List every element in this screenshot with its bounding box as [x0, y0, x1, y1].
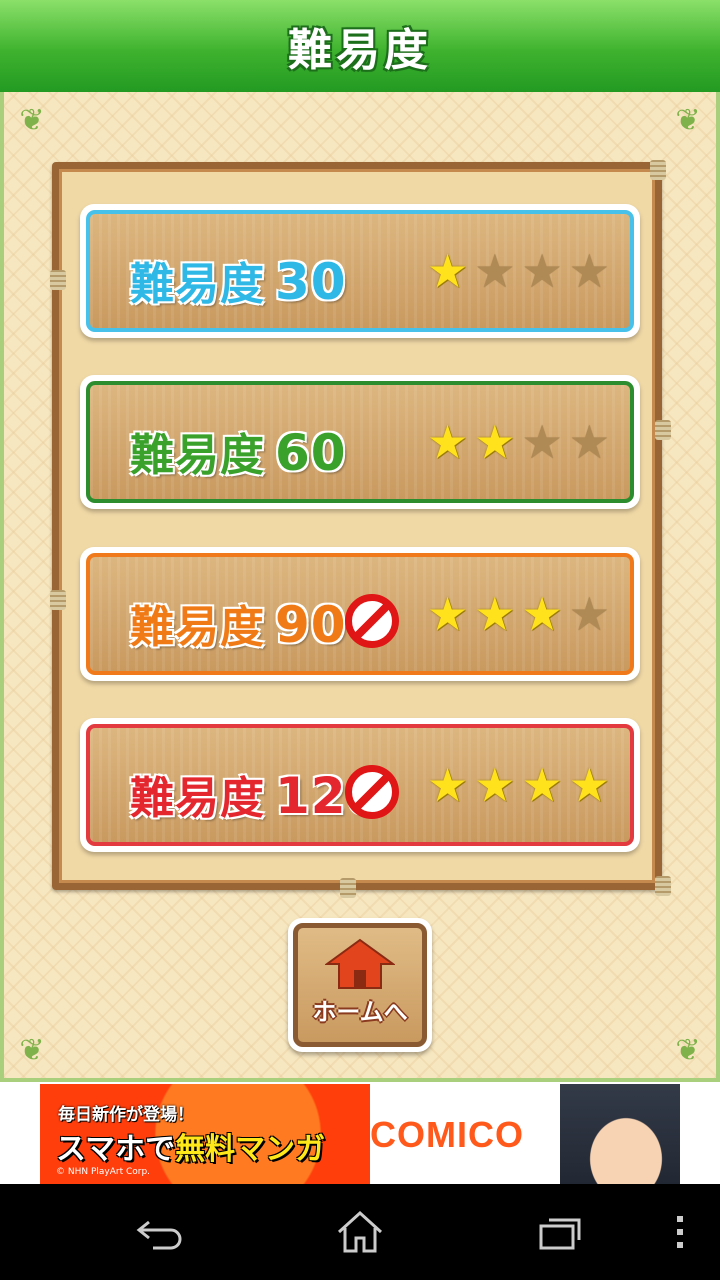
level-prefix: 難易度 [130, 259, 265, 310]
level-button-face: 難易度 120 ★ ★ ★ ★ [86, 724, 634, 846]
vine-corner-icon: ❦ [675, 102, 701, 138]
star-empty-icon: ★ [474, 244, 516, 298]
level-prefix: 難易度 [130, 773, 265, 824]
star-filled-icon: ★ [521, 758, 563, 812]
star-empty-icon: ★ [521, 244, 563, 298]
star-filled-icon: ★ [568, 758, 610, 812]
star-empty-icon: ★ [521, 415, 563, 469]
rope-tie [655, 420, 671, 440]
level-button-90[interactable]: 難易度 90 ★ ★ ★ ★ [80, 547, 640, 681]
star-filled-icon: ★ [474, 415, 516, 469]
level-label: 難易度 90 [130, 591, 347, 655]
star-empty-icon: ★ [568, 587, 610, 641]
rope-tie [650, 160, 666, 180]
vine-corner-icon: ❦ [19, 1032, 45, 1068]
home-button-label: ホームへ [312, 998, 408, 1026]
rope-tie [655, 876, 671, 896]
rope-tie [50, 590, 66, 610]
recent-apps-icon [539, 1218, 581, 1250]
home-icon [337, 1210, 383, 1253]
home-button[interactable]: ホームへ [288, 918, 432, 1052]
back-button[interactable] [130, 1208, 190, 1256]
ad-banner[interactable]: 毎日新作が登場！ スマホで無料マンガ © NHN PlayArt Corp. C… [40, 1084, 680, 1184]
star-empty-icon: ★ [568, 415, 610, 469]
level-label: 難易度 30 [130, 248, 347, 312]
home-button-face: ホームへ [293, 923, 427, 1047]
difficulty-stars: ★ ★ ★ ★ [427, 246, 610, 296]
home-nav-button[interactable] [330, 1208, 390, 1256]
overflow-menu-icon [677, 1216, 683, 1248]
level-number: 60 [275, 424, 347, 482]
ad-brand-logo: COMICO [370, 1114, 524, 1155]
level-number: 30 [275, 253, 347, 311]
vine-corner-icon: ❦ [675, 1032, 701, 1068]
ad-copyright: © NHN PlayArt Corp. [56, 1167, 151, 1177]
ad-area: 毎日新作が登場！ スマホで無料マンガ © NHN PlayArt Corp. C… [0, 1082, 720, 1184]
difficulty-stars: ★ ★ ★ ★ [427, 589, 610, 639]
level-button-face: 難易度 90 ★ ★ ★ ★ [86, 553, 634, 675]
star-filled-icon: ★ [521, 587, 563, 641]
page-title: 難易度 [288, 25, 432, 76]
recent-apps-button[interactable] [530, 1208, 590, 1256]
system-navbar [0, 1184, 720, 1280]
rope-tie [340, 878, 356, 898]
level-button-120[interactable]: 難易度 120 ★ ★ ★ ★ [80, 718, 640, 852]
level-prefix: 難易度 [130, 602, 265, 653]
star-filled-icon: ★ [427, 244, 469, 298]
star-empty-icon: ★ [568, 244, 610, 298]
level-number: 90 [275, 596, 347, 654]
level-button-face: 難易度 30 ★ ★ ★ ★ [86, 210, 634, 332]
vine-corner-icon: ❦ [19, 102, 45, 138]
locked-prohibited-icon [345, 594, 399, 648]
level-label: 難易度 60 [130, 419, 347, 483]
overflow-menu-button[interactable] [652, 1208, 708, 1256]
star-filled-icon: ★ [427, 758, 469, 812]
ad-character-image [560, 1084, 680, 1184]
ad-line2-b: 無料マンガ [175, 1132, 326, 1167]
back-icon [136, 1220, 182, 1250]
rope-tie [50, 270, 66, 290]
star-filled-icon: ★ [427, 415, 469, 469]
difficulty-stars: ★ ★ ★ ★ [427, 760, 610, 810]
locked-prohibited-icon [345, 765, 399, 819]
level-button-30[interactable]: 難易度 30 ★ ★ ★ ★ [80, 204, 640, 338]
ad-line2: スマホで無料マンガ [56, 1124, 325, 1168]
star-filled-icon: ★ [427, 587, 469, 641]
difficulty-stars: ★ ★ ★ ★ [427, 417, 610, 467]
ad-line2-a: スマホで [56, 1132, 176, 1167]
star-filled-icon: ★ [474, 587, 516, 641]
level-button-60[interactable]: 難易度 60 ★ ★ ★ ★ [80, 375, 640, 509]
level-button-face: 難易度 60 ★ ★ ★ ★ [86, 381, 634, 503]
level-prefix: 難易度 [130, 430, 265, 481]
house-icon [325, 938, 395, 989]
ad-line1: 毎日新作が登場！ [58, 1105, 194, 1125]
star-filled-icon: ★ [474, 758, 516, 812]
app-header: 難易度 [0, 0, 720, 92]
